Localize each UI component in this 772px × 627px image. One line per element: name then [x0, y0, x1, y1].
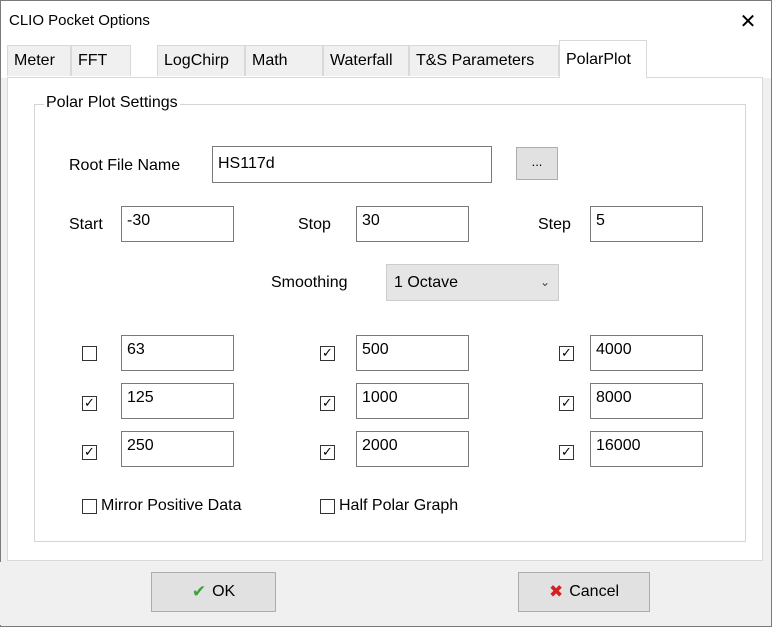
step-label: Step	[538, 216, 571, 233]
tab-fft[interactable]: FFT	[71, 45, 131, 76]
ok-button[interactable]: ✔ OK	[151, 572, 276, 612]
checkmark-icon: ✔	[191, 582, 207, 601]
freq-63-field[interactable]: 63	[121, 335, 234, 371]
group-title: Polar Plot Settings	[44, 94, 180, 112]
freq-8000-field[interactable]: 8000	[590, 383, 703, 419]
close-button[interactable]: ✕	[725, 1, 771, 41]
freq-1000-field[interactable]: 1000	[356, 383, 469, 419]
stop-label: Stop	[298, 216, 331, 233]
freq-63-checkbox[interactable]	[82, 346, 97, 361]
smoothing-select[interactable]: 1 Octave ⌄	[386, 264, 559, 301]
tab-label: LogChirp	[164, 52, 229, 69]
freq-4000-checkbox[interactable]: ✓	[559, 346, 574, 361]
half-polar-graph-checkbox[interactable]	[320, 499, 335, 514]
tab-label: PolarPlot	[566, 50, 631, 68]
tab-label: Meter	[14, 52, 55, 69]
freq-500-field[interactable]: 500	[356, 335, 469, 371]
smoothing-label: Smoothing	[271, 274, 348, 291]
tab-label: Math	[252, 52, 288, 69]
freq-2000-field[interactable]: 2000	[356, 431, 469, 467]
button-bar	[0, 562, 770, 625]
freq-500-checkbox[interactable]: ✓	[320, 346, 335, 361]
chevron-down-icon: ⌄	[539, 275, 550, 289]
freq-16000-checkbox[interactable]: ✓	[559, 445, 574, 460]
cancel-button[interactable]: ✖ Cancel	[518, 572, 650, 612]
tab-label: T&S Parameters	[416, 52, 535, 69]
tab-ts-parameters[interactable]: T&S Parameters	[409, 45, 559, 76]
tab-polarplot[interactable]: PolarPlot	[559, 40, 647, 78]
root-file-name-label: Root File Name	[69, 157, 181, 174]
title-bar: CLIO Pocket Options ✕	[1, 1, 771, 41]
step-field[interactable]: 5	[590, 206, 703, 242]
tab-logchirp[interactable]: LogChirp	[157, 45, 245, 76]
x-icon: ✖	[548, 582, 564, 601]
freq-250-field[interactable]: 250	[121, 431, 234, 467]
tab-label: FFT	[78, 52, 108, 69]
stop-field[interactable]: 30	[356, 206, 469, 242]
cancel-label: Cancel	[569, 583, 620, 600]
mirror-positive-data-label: Mirror Positive Data	[101, 497, 242, 514]
freq-125-field[interactable]: 125	[121, 383, 234, 419]
close-icon: ✕	[739, 10, 757, 33]
tab-meter[interactable]: Meter	[7, 45, 71, 76]
freq-2000-checkbox[interactable]: ✓	[320, 445, 335, 460]
smoothing-value: 1 Octave	[394, 274, 459, 291]
freq-250-checkbox[interactable]: ✓	[82, 445, 97, 460]
start-label: Start	[69, 216, 103, 233]
freq-4000-field[interactable]: 4000	[590, 335, 703, 371]
tab-waterfall[interactable]: Waterfall	[323, 45, 409, 76]
half-polar-graph-label: Half Polar Graph	[339, 497, 459, 514]
mirror-positive-data-checkbox[interactable]	[82, 499, 97, 514]
freq-125-checkbox[interactable]: ✓	[82, 396, 97, 411]
browse-button[interactable]: ...	[516, 147, 558, 180]
freq-8000-checkbox[interactable]: ✓	[559, 396, 574, 411]
start-field[interactable]: -30	[121, 206, 234, 242]
ok-label: OK	[212, 583, 236, 600]
tab-math[interactable]: Math	[245, 45, 323, 76]
tab-label: Waterfall	[330, 52, 393, 69]
root-file-name-field[interactable]: HS117d	[212, 146, 492, 183]
freq-16000-field[interactable]: 16000	[590, 431, 703, 467]
window-title: CLIO Pocket Options	[9, 12, 150, 29]
freq-1000-checkbox[interactable]: ✓	[320, 396, 335, 411]
